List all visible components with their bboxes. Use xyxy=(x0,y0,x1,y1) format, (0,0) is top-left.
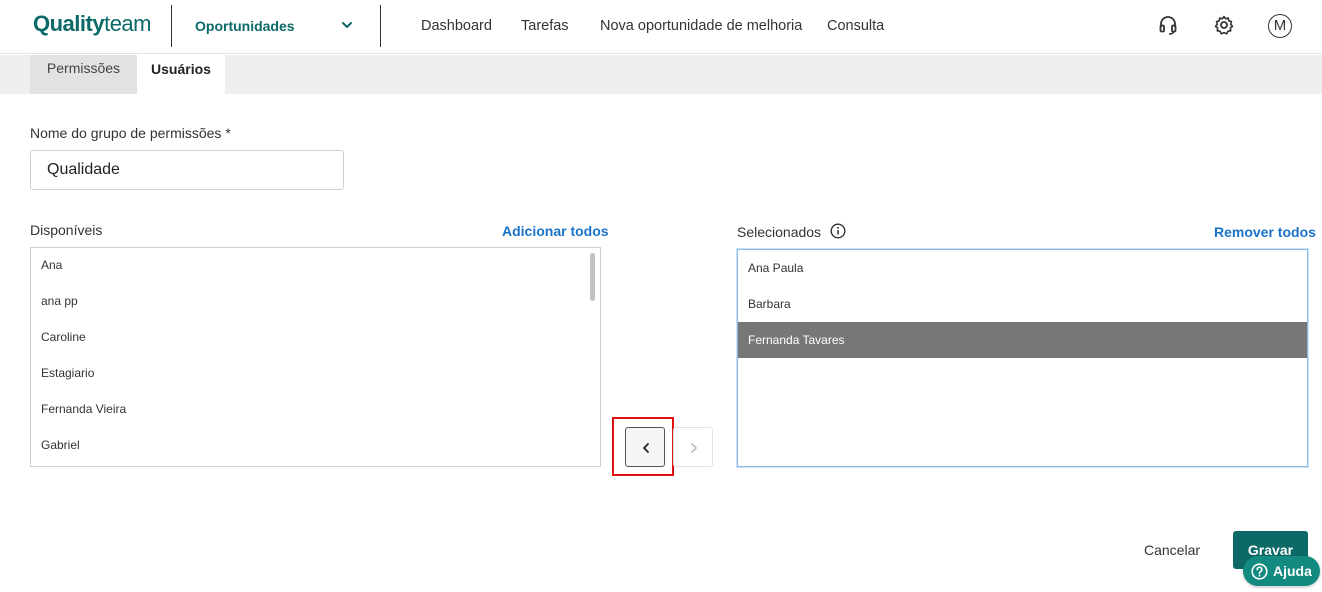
tab-usuarios[interactable]: Usuários xyxy=(137,55,225,94)
app-logo[interactable]: Qualityteam xyxy=(33,11,151,37)
headset-icon[interactable] xyxy=(1157,14,1179,36)
list-item[interactable]: Fernanda Vieira xyxy=(31,391,600,427)
chevron-down-icon[interactable] xyxy=(340,18,354,32)
divider xyxy=(171,5,172,47)
list-item[interactable]: Estagiario xyxy=(31,355,600,391)
group-name-input[interactable] xyxy=(30,150,344,190)
available-list[interactable]: Ana ana pp Caroline Estagiario Fernanda … xyxy=(30,247,601,467)
nav-consulta[interactable]: Consulta xyxy=(827,18,884,34)
available-title: Disponíveis xyxy=(30,222,103,238)
help-button[interactable]: Ajuda xyxy=(1243,556,1320,586)
list-item[interactable]: Ana Paula xyxy=(738,250,1307,286)
list-item[interactable]: Caroline xyxy=(31,319,600,355)
list-item-selected[interactable]: Fernanda Tavares xyxy=(738,322,1307,358)
nav-nova-oportunidade[interactable]: Nova oportunidade de melhoria xyxy=(600,18,802,34)
scrollbar-thumb[interactable] xyxy=(590,253,595,301)
help-icon xyxy=(1251,563,1268,580)
logo-light-text: team xyxy=(104,11,151,36)
cancel-button[interactable]: Cancelar xyxy=(1134,532,1210,568)
module-selector[interactable]: Oportunidades xyxy=(195,18,295,34)
avatar[interactable]: M xyxy=(1268,14,1292,38)
list-item[interactable]: Ana xyxy=(31,248,600,283)
nav-tarefas[interactable]: Tarefas xyxy=(521,18,569,34)
tab-permissoes[interactable]: Permissões xyxy=(30,55,137,94)
list-item[interactable]: ana pp xyxy=(31,283,600,319)
move-left-button[interactable] xyxy=(625,427,665,467)
group-name-label: Nome do grupo de permissões * xyxy=(30,125,231,141)
list-item[interactable]: Gabriel xyxy=(31,427,600,463)
logo-bold-text: Quality xyxy=(33,11,105,36)
info-icon[interactable] xyxy=(830,223,846,239)
selected-list[interactable]: Ana Paula Barbara Fernanda Tavares xyxy=(737,249,1308,467)
list-item[interactable]: Barbara xyxy=(738,286,1307,322)
move-right-button[interactable] xyxy=(673,427,713,467)
add-all-link[interactable]: Adicionar todos xyxy=(502,223,609,239)
chevron-left-icon xyxy=(643,443,649,453)
chevron-right-icon xyxy=(691,443,697,453)
divider xyxy=(380,5,381,47)
selected-title: Selecionados xyxy=(737,224,822,240)
nav-dashboard[interactable]: Dashboard xyxy=(421,18,492,34)
help-label: Ajuda xyxy=(1273,563,1312,579)
remove-all-link[interactable]: Remover todos xyxy=(1214,224,1316,240)
top-navigation-bar: Qualityteam Oportunidades Dashboard Tare… xyxy=(0,0,1322,54)
gear-icon[interactable] xyxy=(1213,14,1235,36)
